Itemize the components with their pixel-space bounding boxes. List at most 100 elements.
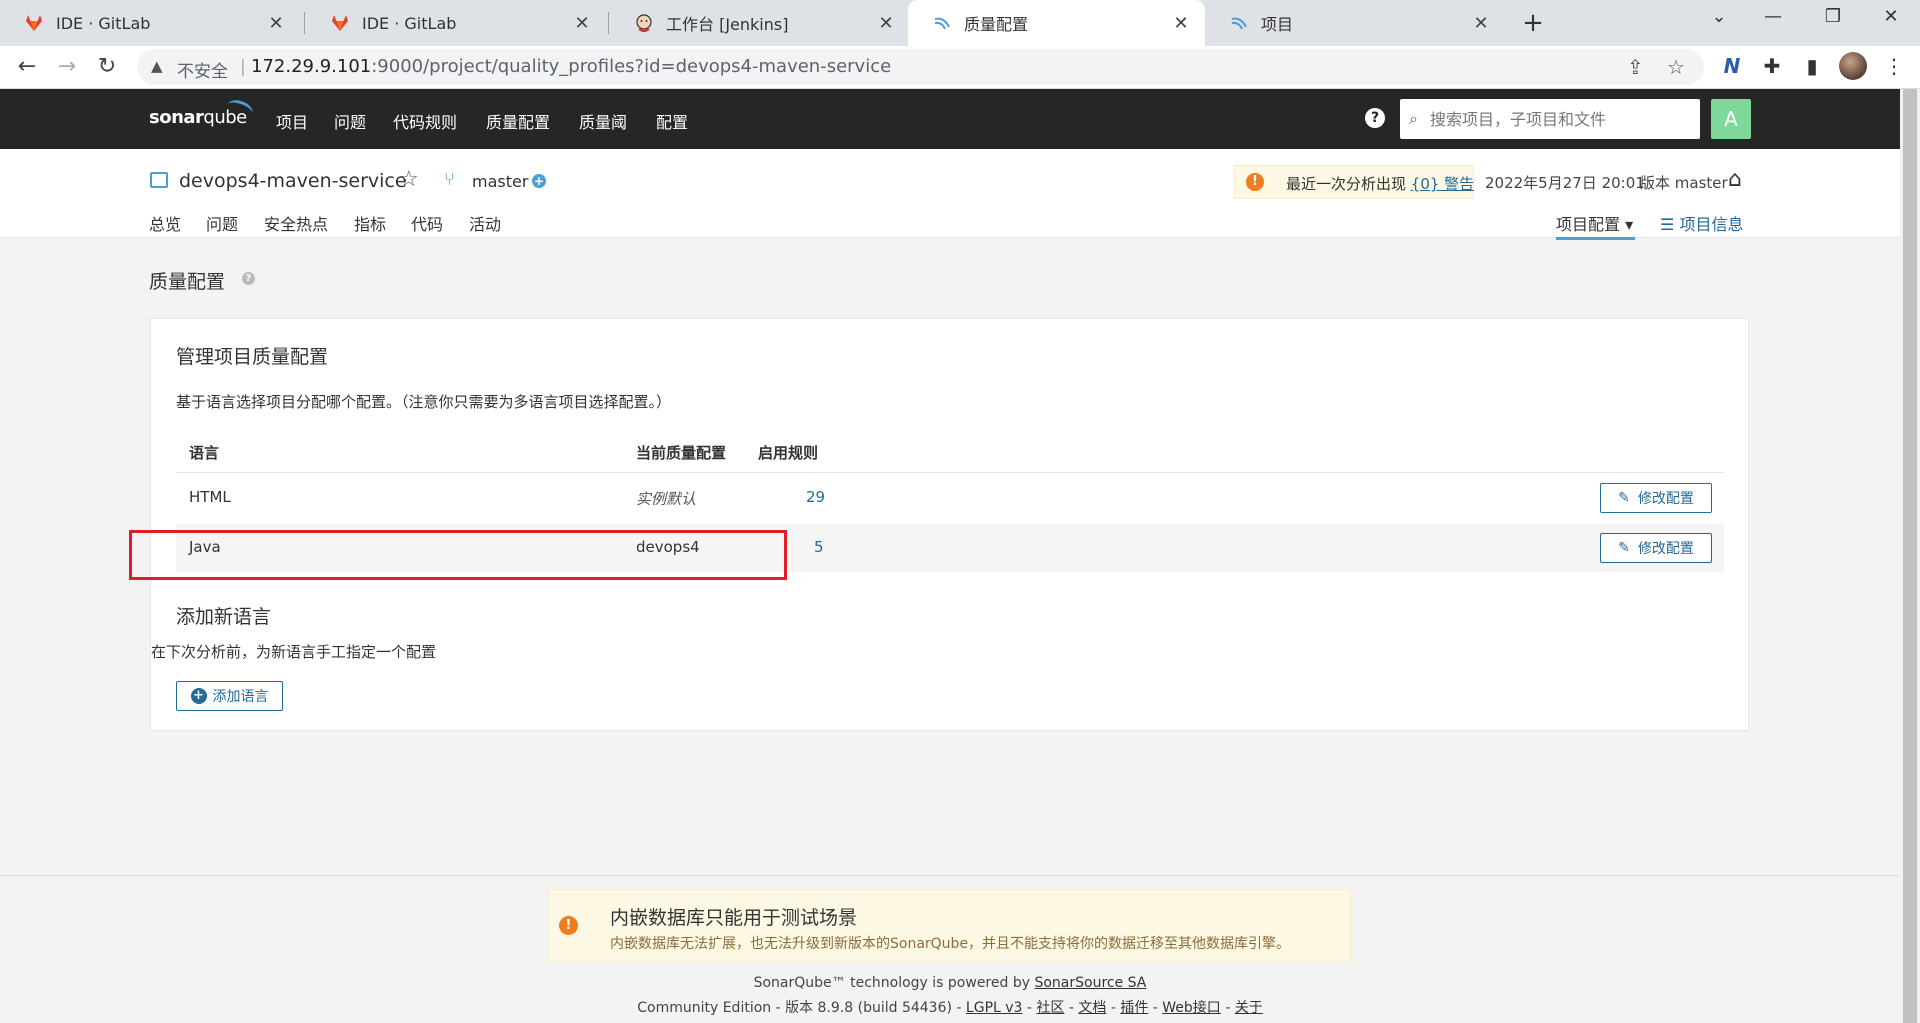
sonarqube-global-nav: sonarqube 项目 问题 代码规则 质量配置 质量阈 配置 ? ⌕ A	[0, 89, 1900, 149]
window-close-icon[interactable]: ✕	[1876, 6, 1906, 27]
close-icon[interactable]: ✕	[1171, 13, 1191, 34]
docs-link[interactable]: 文档	[1078, 1000, 1106, 1016]
sonarsource-link[interactable]: SonarSource SA	[1034, 975, 1146, 991]
add-language-title: 添加新语言	[176, 606, 272, 628]
rules-count-link[interactable]: 5	[814, 538, 824, 556]
user-avatar[interactable]: A	[1711, 99, 1751, 139]
project-icon	[150, 172, 168, 188]
global-search: ⌕	[1400, 99, 1700, 139]
sonarqube-icon	[1231, 17, 1247, 30]
jenkins-icon	[636, 14, 652, 32]
web-api-link[interactable]: Web接口	[1162, 1000, 1221, 1016]
db-warning-text: 内嵌数据库无法扩展，也无法升级到新版本的SonarQube，并且不能支持将你的数…	[610, 936, 1291, 952]
analysis-warning: ! 最近一次分析出现 {0} 警告	[1234, 165, 1474, 199]
tab-code[interactable]: 代码	[411, 211, 443, 235]
sonarqube-icon	[934, 17, 950, 30]
restore-icon[interactable]: ❐	[1818, 6, 1848, 27]
footer-divider	[0, 875, 1900, 876]
tab-overview[interactable]: 总览	[149, 211, 181, 235]
plugins-link[interactable]: 插件	[1120, 1000, 1148, 1016]
divider: |	[240, 57, 246, 77]
column-header-language: 语言	[189, 444, 220, 462]
change-profile-button[interactable]: ✎ 修改配置	[1600, 483, 1712, 513]
home-icon[interactable]: ⌂	[1728, 167, 1742, 192]
change-profile-button[interactable]: ✎ 修改配置	[1600, 533, 1712, 563]
add-language-button[interactable]: + 添加语言	[176, 681, 283, 711]
browser-tab-gitlab-1[interactable]: IDE · GitLab ✕	[0, 0, 300, 46]
project-settings-menu[interactable]: 项目配置 ▾	[1556, 211, 1633, 235]
browser-toolbar: ← → ↻ ▲ 不安全 | 172.29.9.101:9000/project/…	[0, 46, 1920, 89]
table-row: HTML 实例默认 29 ✎ 修改配置	[176, 474, 1724, 522]
browser-tab-bar: IDE · GitLab ✕ IDE · GitLab ✕ 工作台 [Jenki…	[0, 0, 1920, 46]
minimize-icon[interactable]: —	[1758, 6, 1788, 27]
table-divider	[176, 472, 1724, 473]
tab-separator	[304, 12, 305, 34]
search-icon: ⌕	[1409, 109, 1418, 128]
tab-separator	[608, 12, 609, 34]
rules-count-link[interactable]: 29	[806, 488, 825, 506]
tab-security-hotspots[interactable]: 安全热点	[264, 211, 328, 235]
plus-circle-icon: +	[190, 688, 207, 704]
more-menu-icon[interactable]: ⋮	[1880, 54, 1908, 82]
forward-icon[interactable]: →	[52, 52, 82, 82]
column-header-profile: 当前质量配置	[636, 444, 727, 462]
bookmark-star-icon[interactable]: ☆	[1667, 55, 1685, 79]
warning-triangle-icon: ▲	[151, 57, 163, 75]
side-panel-icon[interactable]: ▮	[1798, 54, 1826, 82]
help-icon[interactable]: ?	[242, 272, 255, 285]
new-tab-icon[interactable]: +	[1518, 8, 1548, 38]
puzzle-extensions-icon[interactable]: ✚	[1758, 54, 1786, 82]
project-header: devops4-maven-service ☆ ⑂ master + ! 最近一…	[0, 149, 1900, 240]
analysis-date: 2022年5月27日 20:01	[1485, 174, 1645, 192]
add-language-description: 在下次分析前，为新语言手工指定一个配置	[151, 643, 437, 661]
branch-info-icon[interactable]: +	[532, 174, 546, 188]
browser-tab-projects[interactable]: 项目 ✕	[1205, 0, 1505, 46]
warnings-link[interactable]: {0} 警告	[1411, 175, 1474, 193]
browser-tab-gitlab-2[interactable]: IDE · GitLab ✕	[306, 0, 606, 46]
browser-tab-quality-profiles[interactable]: 质量配置 ✕	[908, 0, 1205, 46]
pencil-icon: ✎	[1618, 540, 1630, 556]
close-icon[interactable]: ✕	[572, 13, 592, 34]
branch-name[interactable]: master	[472, 172, 528, 191]
language-cell: HTML	[189, 488, 231, 506]
close-icon[interactable]: ✕	[266, 13, 286, 34]
profile-avatar[interactable]	[1839, 52, 1867, 80]
browser-tab-jenkins[interactable]: 工作台 [Jenkins] ✕	[610, 0, 910, 46]
gitlab-icon	[26, 15, 42, 31]
tab-activity[interactable]: 活动	[469, 211, 501, 235]
search-input[interactable]	[1430, 107, 1690, 131]
reload-icon[interactable]: ↻	[92, 52, 122, 82]
pencil-icon: ✎	[1618, 490, 1630, 506]
nav-quality-gates[interactable]: 质量阈	[579, 109, 627, 133]
community-link[interactable]: 社区	[1036, 1000, 1064, 1016]
caret-down-icon: ▾	[1625, 215, 1634, 234]
scrollbar-thumb[interactable]	[1903, 89, 1917, 1023]
active-tab-underline	[1556, 237, 1635, 240]
favorite-star-icon[interactable]: ☆	[399, 167, 419, 192]
nav-quality-profiles[interactable]: 质量配置	[486, 109, 550, 133]
security-label[interactable]: 不安全	[177, 57, 228, 82]
project-info-link[interactable]: ☰ 项目信息	[1660, 211, 1743, 235]
about-link[interactable]: 关于	[1235, 1000, 1263, 1016]
tab-issues[interactable]: 问题	[206, 211, 238, 235]
page-title: 质量配置	[149, 271, 226, 293]
address-bar[interactable]: ▲ 不安全 | 172.29.9.101:9000/project/qualit…	[137, 49, 1704, 85]
footer-links: Community Edition - 版本 8.9.8 (build 5443…	[637, 1000, 1263, 1016]
nav-issues[interactable]: 问题	[334, 109, 366, 133]
tab-search-icon[interactable]: ⌄	[1704, 6, 1734, 27]
url-text[interactable]: 172.29.9.101:9000/project/quality_profil…	[251, 56, 891, 77]
nav-administration[interactable]: 配置	[656, 109, 688, 133]
project-version: 版本 master	[1640, 174, 1728, 192]
back-icon[interactable]: ←	[12, 52, 42, 82]
nav-projects[interactable]: 项目	[276, 109, 308, 133]
close-icon[interactable]: ✕	[1471, 13, 1491, 34]
share-icon[interactable]: ⇪	[1627, 55, 1644, 79]
close-icon[interactable]: ✕	[876, 13, 896, 34]
license-link[interactable]: LGPL v3	[966, 1000, 1023, 1016]
footer-powered-by: SonarQube™ technology is powered by Sona…	[753, 975, 1147, 991]
project-name[interactable]: devops4-maven-service	[179, 170, 407, 192]
tab-measures[interactable]: 指标	[354, 211, 386, 235]
help-icon[interactable]: ?	[1365, 108, 1385, 128]
extension-icon[interactable]: N	[1718, 54, 1746, 82]
nav-rules[interactable]: 代码规则	[393, 109, 457, 133]
